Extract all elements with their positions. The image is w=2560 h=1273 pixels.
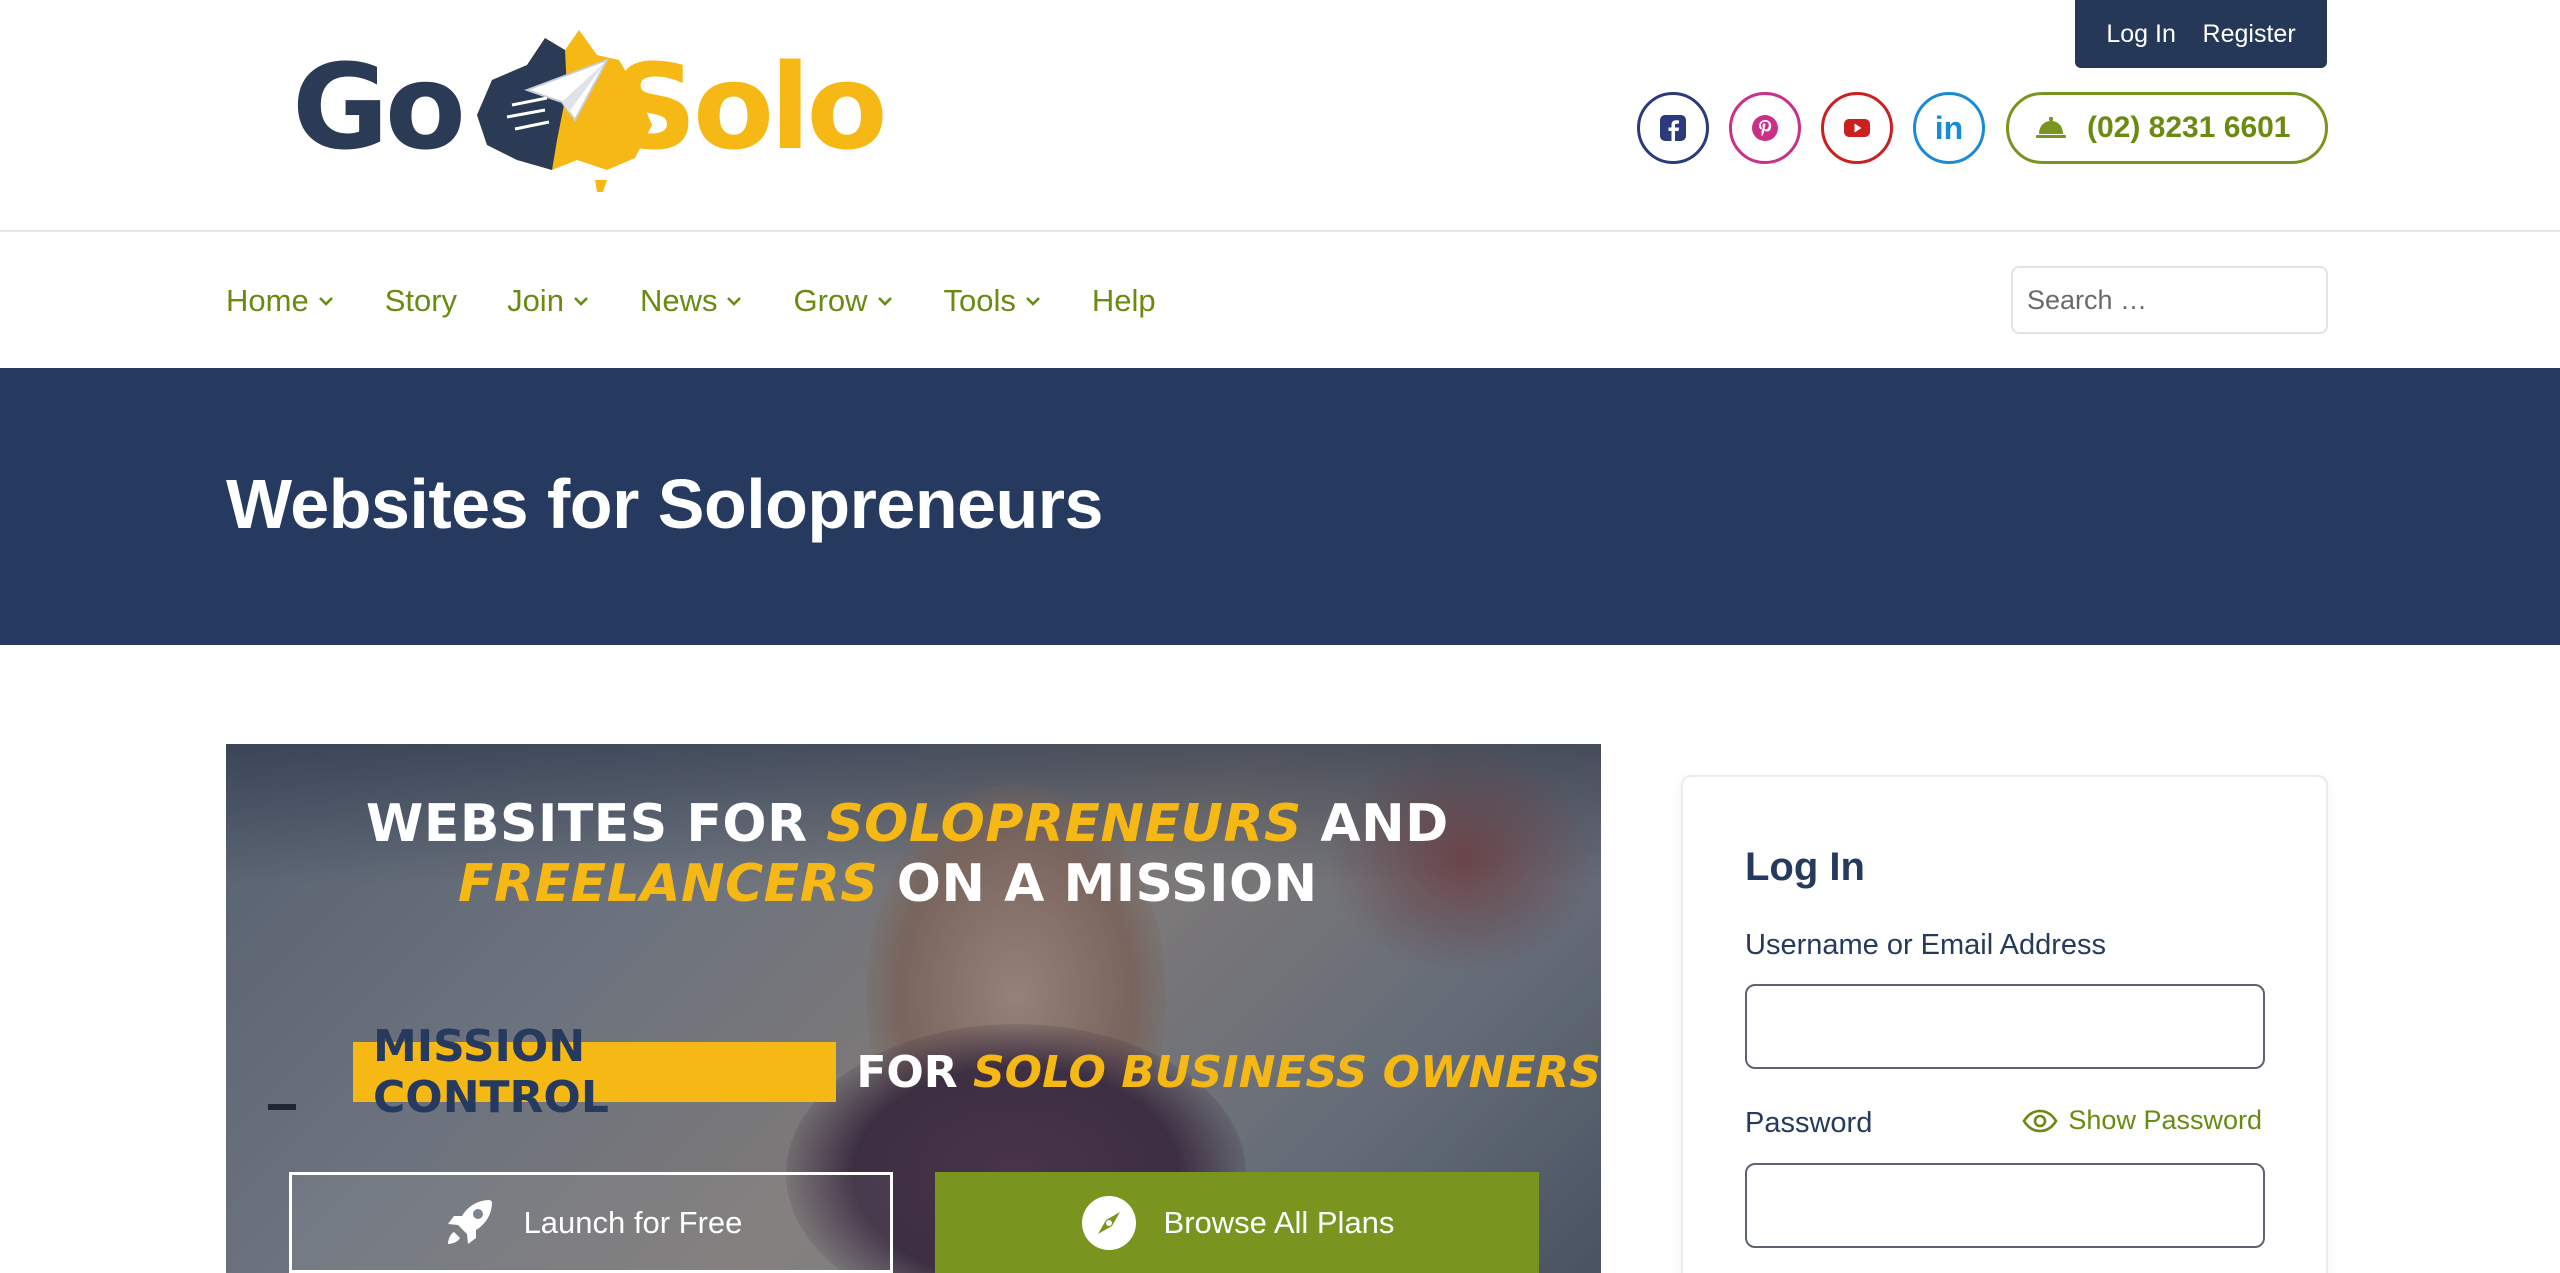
hero-text-accent: FREELANCERS [458,854,879,914]
main-nav: Home Story Join News Grow Tools Help Sea… [0,232,2560,368]
logo-solo-text: Solo [612,38,888,176]
chevron-down-icon [574,297,588,306]
pinterest-link[interactable] [1729,92,1801,164]
nav-item-story[interactable]: Story [385,283,457,319]
page-title: Websites for Solopreneurs [226,465,1103,543]
phone-number: (02) 8231 6601 [2087,111,2291,144]
nav-item-label: News [639,283,718,318]
hero-headline-line-1: WEBSITES FOR SOLOPRENEURS AND [366,794,1449,854]
password-field[interactable] [1745,1163,2265,1248]
site-header: Go Solo Log In Register in (02) 8231 660… [0,0,2560,232]
nav-item-label: Home [226,283,309,318]
register-link[interactable]: Register [2203,20,2296,49]
nav-item-label: Story [384,283,458,318]
nav-item-help[interactable]: Help [1092,283,1156,319]
service-bell-icon [2036,117,2066,138]
page-banner: Websites for Solopreneurs [0,368,2560,645]
hero-text: FOR [856,1046,973,1098]
hero-text: WEBSITES FOR [366,794,827,854]
show-password-label: Show Password [2068,1105,2262,1135]
linkedin-link[interactable]: in [1913,92,1985,164]
page: Go Solo Log In Register in (02) 8231 660… [0,0,2560,1273]
nav-item-tools[interactable]: Tools [944,283,1042,319]
hero-decoration [268,1104,296,1110]
linkedin-icon: in [1934,109,1964,146]
nav-item-join[interactable]: Join [507,283,590,319]
browse-all-plans-button[interactable]: Browse All Plans [935,1172,1539,1273]
hero-image: WEBSITES FOR SOLOPRENEURS AND FREELANCER… [226,744,1601,1273]
hero-text-accent: SOLOPRENEURS [826,794,1302,854]
hero-text-accent: SOLO BUSINESS OWNERS [972,1046,1601,1098]
site-logo[interactable]: Go Solo [292,20,888,195]
nav-menu: Home Story Join News Grow Tools Help [226,276,1206,326]
hero-headline-line-2: FREELANCERS ON A MISSION [458,854,1318,914]
chevron-down-icon [318,297,333,306]
hero-subheadline: MISSION CONTROL FOR SOLO BUSINESS OWNERS [353,1021,1601,1123]
chevron-down-icon [877,297,892,306]
nav-item-grow[interactable]: Grow [793,283,893,319]
pinterest-icon [1752,115,1778,141]
mission-control-badge: MISSION CONTROL [353,1021,837,1123]
facebook-link[interactable] [1637,92,1709,164]
hero-text: AND [1301,794,1449,854]
login-title: Log In [1745,845,1865,889]
nav-item-home[interactable]: Home [226,283,335,319]
username-field[interactable] [1745,984,2265,1069]
nav-item-label: Join [507,283,564,318]
facebook-icon [1660,115,1686,141]
youtube-link[interactable] [1821,92,1893,164]
hero-subheadline-text: FOR SOLO BUSINESS OWNERS [856,1047,1601,1098]
chevron-down-icon [1025,297,1040,306]
youtube-icon [1844,119,1870,137]
launch-for-free-label: Launch for Free [523,1204,743,1240]
account-bar: Log In Register [2075,0,2327,68]
browse-all-plans-label: Browse All Plans [1163,1204,1395,1240]
phone-button[interactable]: (02) 8231 6601 [2006,92,2328,164]
eye-icon [2022,1109,2058,1132]
login-widget: Log In Username or Email Address Passwor… [1681,775,2328,1273]
nav-item-label: Tools [943,283,1016,318]
username-label: Username or Email Address [1745,929,2107,961]
login-link[interactable]: Log In [2106,20,2176,49]
nav-item-news[interactable]: News [640,283,744,319]
password-label: Password [1745,1107,1873,1139]
hero-text: ON A MISSION [878,854,1318,914]
rocket-icon [447,1199,492,1244]
chevron-down-icon [727,297,742,306]
search-input[interactable] [2011,266,2328,334]
nav-item-label: Help [1091,283,1156,318]
show-password-toggle[interactable]: Show Password [2022,1105,2262,1136]
launch-for-free-button[interactable]: Launch for Free [289,1172,893,1273]
nav-item-label: Grow [793,283,868,318]
compass-icon [1081,1195,1136,1250]
logo-go-text: Go [292,38,466,176]
